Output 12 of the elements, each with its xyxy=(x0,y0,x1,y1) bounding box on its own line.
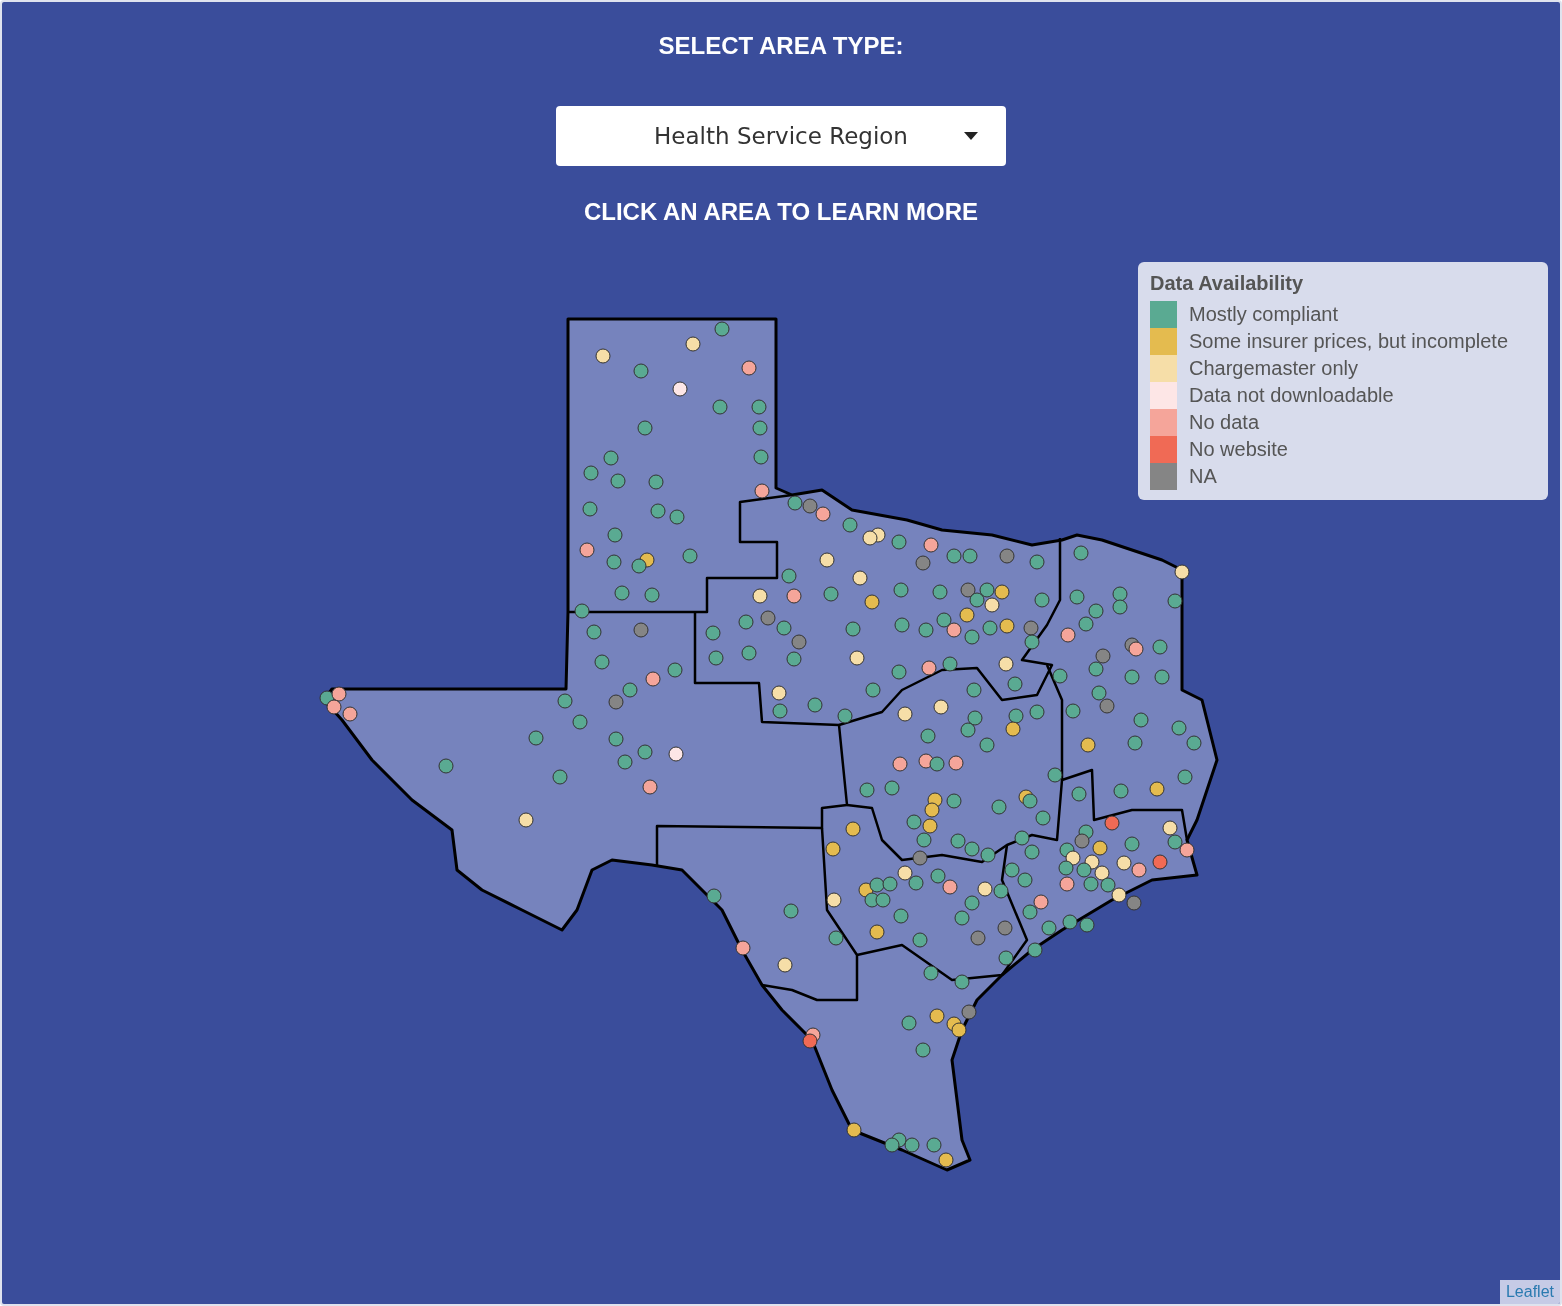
legend-label: No data xyxy=(1189,411,1260,434)
legend-label: Mostly compliant xyxy=(1189,303,1338,326)
caret-icon xyxy=(964,132,978,140)
legend-label: Data not downloadable xyxy=(1189,384,1394,407)
legend-label: Chargemaster only xyxy=(1189,357,1358,380)
legend-label: Some insurer prices, but incomplete xyxy=(1189,330,1509,353)
legend-label: NA xyxy=(1189,465,1217,488)
legend-label: No website xyxy=(1189,438,1288,461)
legend-title: Data Availability xyxy=(1150,272,1305,295)
select-area-heading: SELECT AREA TYPE: xyxy=(658,32,904,60)
click-area-heading: CLICK AN AREA TO LEARN MORE xyxy=(583,198,979,226)
area-type-dropdown[interactable]: Health Service Region xyxy=(556,106,1006,166)
